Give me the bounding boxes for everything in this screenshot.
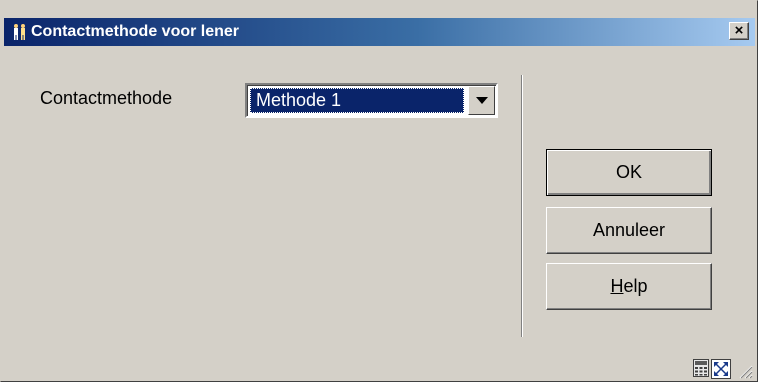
help-button[interactable]: Help: [546, 263, 712, 310]
dropdown-arrow-button[interactable]: [468, 86, 495, 115]
contact-method-selected-value[interactable]: Methode 1: [250, 88, 464, 113]
resize-icon[interactable]: [711, 359, 731, 384]
close-icon: ×: [734, 22, 744, 39]
vertical-divider: [521, 75, 523, 337]
close-button[interactable]: ×: [729, 22, 749, 40]
contact-method-select[interactable]: Methode 1: [245, 83, 498, 118]
chevron-down-icon: [476, 97, 488, 104]
borrower-figures-icon: [12, 23, 28, 41]
contact-method-label: Contactmethode: [40, 88, 173, 108]
size-grip-icon[interactable]: [737, 363, 753, 384]
cancel-button[interactable]: Annuleer: [546, 207, 712, 254]
title-bar[interactable]: Contactmethode voor lener ×: [4, 18, 755, 46]
dialog-window: Contactmethode voor lener × Contactmetho…: [0, 0, 758, 382]
calculator-icon[interactable]: [693, 359, 709, 382]
ok-button[interactable]: OK: [546, 149, 712, 196]
window-title: Contactmethode voor lener: [31, 23, 240, 40]
